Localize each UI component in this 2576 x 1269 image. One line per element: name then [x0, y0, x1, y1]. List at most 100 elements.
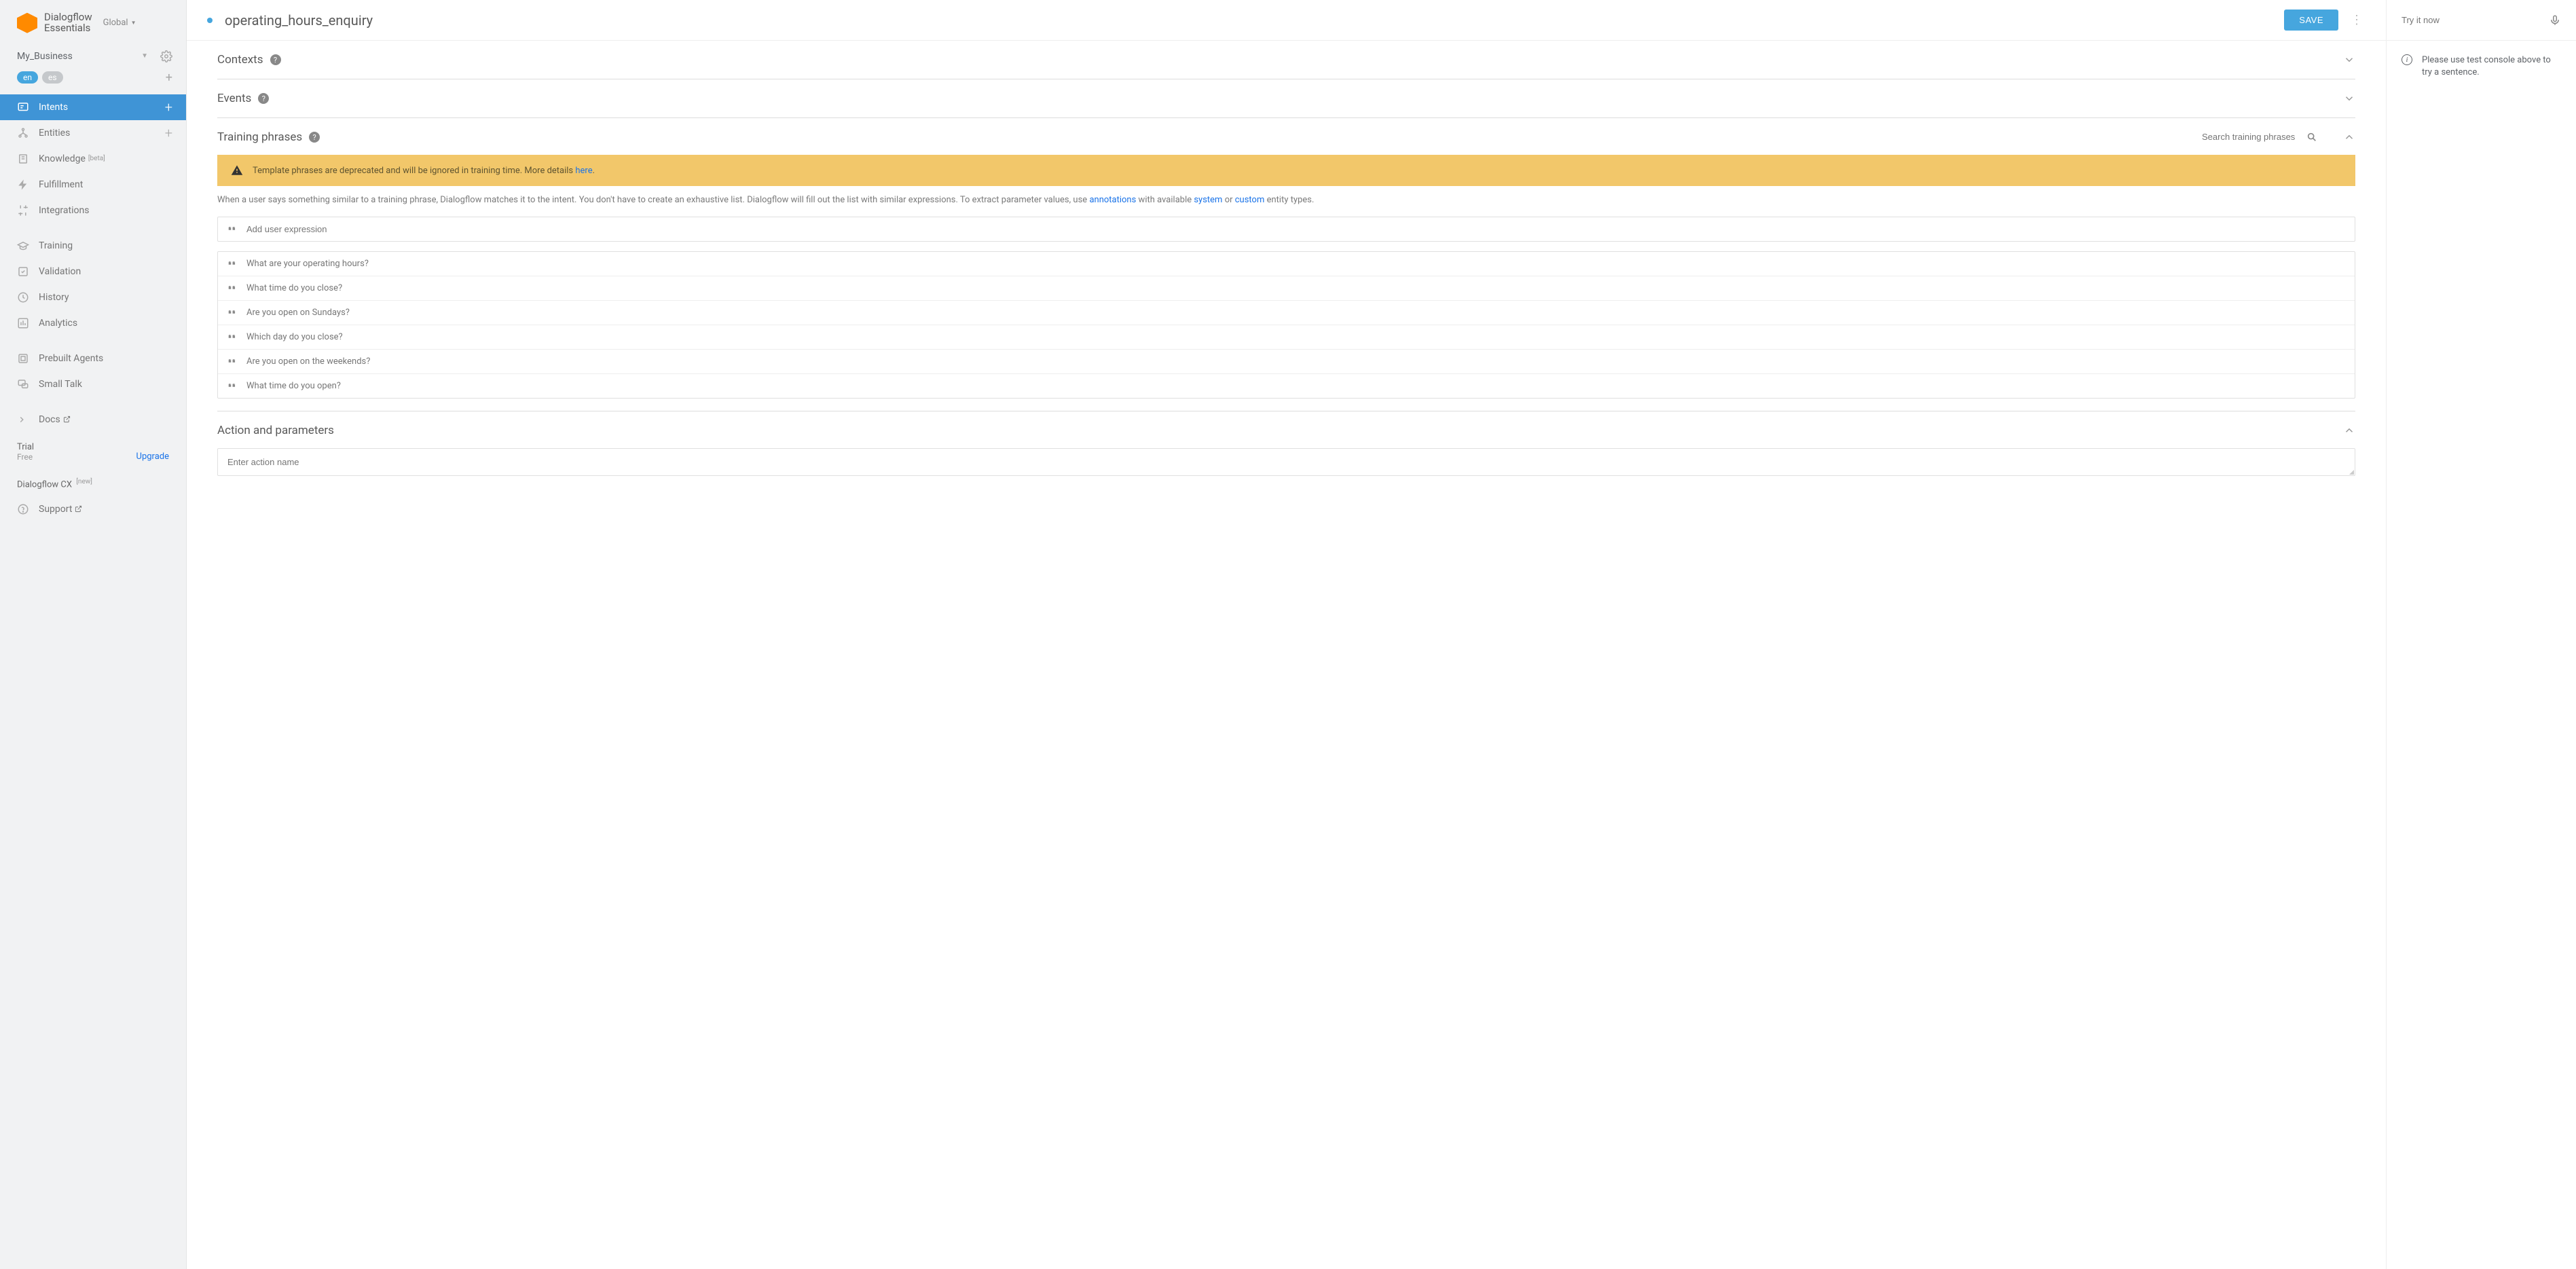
training-phrase-row[interactable]: What are your operating hours?: [218, 252, 2355, 276]
sidebar-label: Analytics: [39, 318, 77, 329]
try-it-body: i Please use test console above to try a…: [2387, 41, 2576, 92]
section-events: Events ?: [217, 79, 2355, 118]
quote-icon: [227, 259, 237, 268]
upgrade-link[interactable]: Upgrade: [136, 452, 169, 462]
sidebar-label: Knowledge: [39, 153, 86, 164]
try-it-header: [2387, 0, 2576, 41]
chevron-down-icon[interactable]: [2343, 54, 2355, 66]
beta-tag: [beta]: [88, 155, 105, 162]
section-contexts: Contexts ?: [217, 41, 2355, 79]
chevron-up-icon[interactable]: [2343, 131, 2355, 143]
brand-line2: Essentials: [44, 23, 92, 34]
warning-link[interactable]: here: [575, 166, 592, 176]
quote-icon: [227, 283, 237, 293]
sidebar-item-analytics[interactable]: Analytics: [0, 310, 186, 336]
sidebar-item-training[interactable]: Training: [0, 233, 186, 259]
search-input[interactable]: [2202, 132, 2304, 142]
add-entity-button[interactable]: +: [165, 125, 172, 141]
trial-plan: Free: [17, 452, 34, 462]
section-title: Events: [217, 92, 251, 105]
sidebar-item-validation[interactable]: Validation: [0, 259, 186, 284]
sidebar-item-intents[interactable]: Intents +: [0, 94, 186, 120]
help-icon[interactable]: ?: [258, 93, 269, 104]
agent-name[interactable]: My_Business: [17, 51, 141, 62]
global-dropdown[interactable]: Global: [103, 18, 136, 28]
brand-text: Dialogflow Essentials: [44, 12, 92, 34]
phrase-text: What are your operating hours?: [246, 259, 369, 269]
system-link[interactable]: system: [1194, 195, 1222, 205]
lang-pill-es[interactable]: es: [42, 71, 63, 84]
training-phrase-row[interactable]: Are you open on the weekends?: [218, 350, 2355, 374]
sidebar-label: Intents: [39, 102, 68, 113]
custom-link[interactable]: custom: [1235, 195, 1265, 205]
page-title[interactable]: operating_hours_enquiry: [225, 12, 2284, 29]
add-language-button[interactable]: +: [166, 71, 172, 85]
sidebar-item-history[interactable]: History: [0, 284, 186, 310]
external-link-icon: [75, 505, 82, 513]
microphone-icon[interactable]: [2549, 14, 2561, 26]
sidebar-label: Fulfillment: [39, 179, 83, 190]
training-phrase-row[interactable]: Which day do you close?: [218, 325, 2355, 350]
lang-pill-en[interactable]: en: [17, 71, 38, 84]
analytics-icon: [17, 317, 31, 329]
dialogflow-logo-icon: [17, 13, 37, 33]
try-it-input[interactable]: [2402, 15, 2549, 25]
add-intent-button[interactable]: +: [165, 99, 172, 115]
training-phrase-row[interactable]: What time do you open?: [218, 374, 2355, 398]
chevron-down-icon[interactable]: [2343, 92, 2355, 105]
add-expression-box: [217, 217, 2355, 242]
sidebar-item-fulfillment[interactable]: Fulfillment: [0, 172, 186, 198]
resize-handle-icon[interactable]: [2349, 470, 2354, 475]
agent-selector-row: My_Business ▼: [0, 42, 186, 67]
training-phrase-row[interactable]: Are you open on Sundays?: [218, 301, 2355, 325]
chevron-right-icon: [17, 415, 31, 424]
more-menu-icon[interactable]: ⋮: [2348, 13, 2366, 27]
validation-icon: [17, 265, 31, 278]
trial-label: Trial: [17, 442, 34, 452]
sidebar-item-smalltalk[interactable]: Small Talk: [0, 371, 186, 397]
gear-icon[interactable]: [160, 50, 172, 62]
search-training-phrases[interactable]: [2202, 132, 2317, 143]
external-link-icon: [63, 416, 71, 423]
try-it-message: Please use test console above to try a s…: [2422, 54, 2561, 79]
sidebar-item-integrations[interactable]: Integrations: [0, 198, 186, 223]
language-row: en es +: [0, 67, 186, 94]
phrase-text: What time do you close?: [246, 283, 342, 293]
history-icon: [17, 291, 31, 304]
sidebar-label: Small Talk: [39, 379, 82, 390]
knowledge-icon: [17, 153, 31, 165]
fulfillment-icon: [17, 179, 31, 191]
phrase-text: Are you open on the weekends?: [246, 356, 370, 367]
brand-area: Dialogflow Essentials Global: [0, 0, 186, 42]
training-phrase-row[interactable]: What time do you close?: [218, 276, 2355, 301]
intent-indicator-dot: [207, 18, 213, 23]
sidebar-label: Docs: [39, 414, 60, 425]
dialogflow-cx-link[interactable]: Dialogflow CX [new]: [0, 471, 186, 496]
quote-icon: [227, 308, 237, 317]
sidebar-item-support[interactable]: Support: [0, 496, 186, 522]
sidebar-item-docs[interactable]: Docs: [0, 407, 186, 433]
save-button[interactable]: SAVE: [2284, 10, 2338, 31]
search-icon[interactable]: [2306, 132, 2317, 143]
sidebar-item-entities[interactable]: Entities +: [0, 120, 186, 146]
sidebar-item-prebuilt[interactable]: Prebuilt Agents: [0, 346, 186, 371]
agent-dropdown-icon[interactable]: ▼: [141, 52, 148, 60]
sidebar-label: Training: [39, 240, 73, 251]
phrase-text: What time do you open?: [246, 381, 341, 391]
sidebar: Dialogflow Essentials Global My_Business…: [0, 0, 187, 1269]
help-icon[interactable]: ?: [270, 54, 281, 65]
deprecation-warning: Template phrases are deprecated and will…: [217, 155, 2355, 186]
add-expression-input[interactable]: [246, 224, 2345, 234]
support-icon: [17, 503, 31, 515]
warning-text: Template phrases are deprecated and will…: [253, 166, 575, 176]
sidebar-label: Integrations: [39, 205, 89, 216]
action-name-input[interactable]: [217, 448, 2355, 476]
sidebar-label: Prebuilt Agents: [39, 353, 103, 364]
annotations-link[interactable]: annotations: [1089, 195, 1136, 205]
quote-icon: [227, 224, 237, 234]
chevron-up-icon[interactable]: [2343, 424, 2355, 437]
sidebar-item-knowledge[interactable]: Knowledge [beta]: [0, 146, 186, 172]
info-icon: i: [2402, 54, 2412, 65]
topbar: operating_hours_enquiry SAVE ⋮: [187, 0, 2386, 41]
help-icon[interactable]: ?: [309, 132, 320, 143]
